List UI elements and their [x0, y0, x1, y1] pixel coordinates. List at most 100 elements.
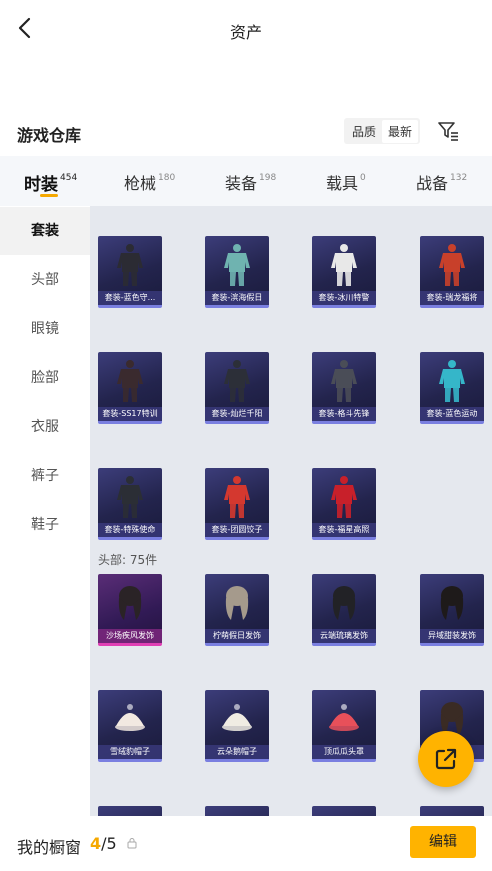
filter-icon[interactable] [437, 120, 459, 142]
head-item-card[interactable]: 柠萌假日发饰 [205, 574, 269, 646]
hat-icon [329, 704, 359, 731]
lock-icon [127, 838, 137, 849]
warehouse-header: 游戏仓库 品质 最新 [0, 116, 492, 148]
external-link-icon [435, 748, 457, 770]
head-item-card[interactable]: 沙场疾风发饰 [98, 574, 162, 646]
head-item-card[interactable]: 云朵鹅帽子 [205, 690, 269, 762]
sort-newest-button[interactable]: 最新 [382, 119, 419, 143]
festive-outfit-icon [224, 476, 250, 518]
teal-outfit-icon [224, 244, 250, 286]
tab-combat-gear[interactable]: 战备 132 [416, 170, 467, 194]
sidebar-item-shoes[interactable]: 鞋子 [0, 501, 90, 549]
page-title: 资产 [229, 23, 262, 42]
hair-icon [225, 586, 249, 620]
item-card-partial[interactable] [312, 806, 376, 816]
subcategory-sidebar: 套装 头部 眼镜 脸部 衣服 裤子 鞋子 [0, 206, 90, 816]
white-outfit-icon [331, 244, 357, 286]
showcase-count-total: /5 [101, 834, 117, 853]
hair-icon [118, 586, 142, 620]
dark-outfit-icon [117, 244, 143, 286]
dark-outfit-icon [117, 476, 143, 518]
category-tabs: 时装 454 枪械 180 装备 198 载具 0 战备 132 [0, 156, 492, 206]
showcase-count-current: 4 [90, 834, 102, 853]
head-section-label: 头部: 75件 [98, 553, 158, 567]
sort-quality-button[interactable]: 品质 [346, 120, 382, 143]
item-label: 套装-特殊使命 [98, 523, 162, 537]
tab-count: 132 [450, 172, 468, 183]
showcase-label: 我的橱窗 [17, 838, 82, 857]
hat-icon [115, 704, 145, 731]
hair-icon [440, 586, 464, 620]
red-outfit-icon [439, 244, 465, 286]
head-item-card[interactable]: 顶瓜瓜头罩 [312, 690, 376, 762]
item-label: 套装-福星高照 [312, 523, 376, 537]
set-card[interactable]: 套装-瑞龙福将 [420, 236, 484, 308]
set-card[interactable]: 套装-格斗先锋 [312, 352, 376, 424]
item-label: 套装-瑞龙福将 [420, 291, 484, 305]
head-item-card[interactable]: 异域甜装发饰 [420, 574, 484, 646]
tab-vehicles[interactable]: 载具 0 [326, 170, 366, 194]
dark-red-outfit-icon [117, 360, 143, 402]
share-button[interactable] [418, 731, 474, 787]
edit-button[interactable]: 编辑 [410, 826, 476, 858]
set-card[interactable]: 套装-SS17特训 [98, 352, 162, 424]
item-card-partial[interactable] [420, 806, 484, 816]
head-item-card[interactable]: 雪绒豹帽子 [98, 690, 162, 762]
item-label: 套装-格斗先锋 [312, 407, 376, 421]
item-label: 套装-冰川特警 [312, 291, 376, 305]
sidebar-item-head[interactable]: 头部 [0, 256, 90, 304]
tab-count: 0 [360, 172, 366, 183]
showcase-count: 4/5 [90, 834, 117, 853]
item-label: 云端琉璃发饰 [312, 629, 376, 643]
set-card[interactable]: 套装-灿烂千阳 [205, 352, 269, 424]
sidebar-item-pants[interactable]: 裤子 [0, 452, 90, 500]
item-label: 套装-滨海假日 [205, 291, 269, 305]
set-card[interactable]: 套装-滨海假日 [205, 236, 269, 308]
item-card-partial[interactable] [205, 806, 269, 816]
tab-guns[interactable]: 枪械 180 [124, 170, 175, 194]
item-label: 雪绒豹帽子 [98, 745, 162, 759]
item-label: 套装-蓝色守... [98, 291, 162, 305]
set-card[interactable]: 套装-特殊使命 [98, 468, 162, 540]
item-grid: 套装-蓝色守... 套装-滨海假日 套装-冰川特警 套装-瑞龙福将 套装-SS1… [90, 206, 492, 816]
item-label: 套装-蓝色运动 [420, 407, 484, 421]
set-card[interactable]: 套装-福星高照 [312, 468, 376, 540]
tab-fashion[interactable]: 时装 454 [24, 170, 77, 195]
item-label: 套装-灿烂千阳 [205, 407, 269, 421]
suit-outfit-icon [224, 360, 250, 402]
sidebar-item-face[interactable]: 脸部 [0, 354, 90, 402]
sidebar-item-glasses[interactable]: 眼镜 [0, 305, 90, 353]
tab-label: 载具 [326, 174, 359, 193]
set-card[interactable]: 套装-蓝色守... [98, 236, 162, 308]
set-card[interactable]: 套装-蓝色运动 [420, 352, 484, 424]
sidebar-item-sets[interactable]: 套装 [0, 207, 90, 255]
item-label: 柠萌假日发饰 [205, 629, 269, 643]
item-label: 云朵鹅帽子 [205, 745, 269, 759]
tab-label: 装备 [225, 174, 258, 193]
tab-label: 时装 [24, 175, 58, 195]
item-label: 沙场疾风发饰 [98, 629, 162, 643]
tab-count: 198 [259, 172, 277, 183]
hat-icon [222, 704, 252, 731]
set-card[interactable]: 套装-冰川特警 [312, 236, 376, 308]
set-card[interactable]: 套装-团圆饺子 [205, 468, 269, 540]
item-label: 套装-团圆饺子 [205, 523, 269, 537]
cyan-outfit-icon [439, 360, 465, 402]
sidebar-item-clothes[interactable]: 衣服 [0, 403, 90, 451]
tab-label: 战备 [416, 174, 449, 193]
item-label: 套装-SS17特训 [98, 407, 162, 421]
head-item-card[interactable]: 云端琉璃发饰 [312, 574, 376, 646]
showcase-bar: 我的橱窗 4/5 编辑 [0, 816, 492, 871]
active-tab-indicator [40, 194, 58, 197]
item-label: 异域甜装发饰 [420, 629, 484, 643]
grey-outfit-icon [331, 360, 357, 402]
tab-equipment[interactable]: 装备 198 [225, 170, 276, 194]
red-outfit-icon [331, 476, 357, 518]
item-label: 顶瓜瓜头罩 [312, 745, 376, 759]
hair-icon [332, 586, 356, 620]
item-card-partial[interactable] [98, 806, 162, 816]
tab-count: 454 [60, 173, 78, 184]
tab-label: 枪械 [124, 174, 157, 193]
top-bar: 资产 [0, 0, 492, 58]
tab-count: 180 [158, 172, 176, 183]
